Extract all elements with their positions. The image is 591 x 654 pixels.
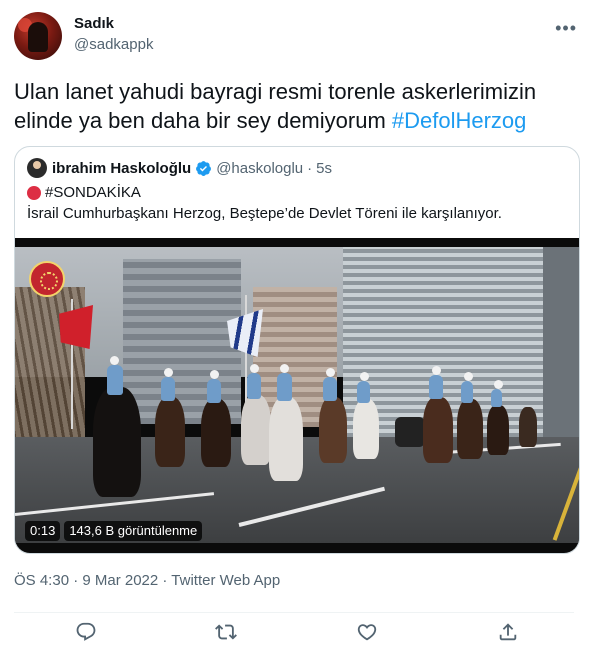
horse-3 [201,399,231,467]
rider-8 [429,366,443,399]
video-view-count: 143,6 B görüntülenme [64,521,203,541]
author-name[interactable]: Sadık [74,15,114,32]
tweet-body: Ulan lanet yahudi bayragi resmi torenle … [14,77,574,135]
rider-9 [461,372,473,403]
quoted-separator: · [307,159,313,177]
building-right [543,247,579,437]
quoted-author-name: ibrahim Haskoloğlu [52,159,192,177]
hashtag-link[interactable]: #DefolHerzog [392,108,527,133]
rider-2 [161,368,175,401]
avatar-figure [28,22,48,52]
horse-4 [241,395,271,465]
horse-6 [319,397,347,463]
retweet-icon [215,624,237,640]
quoted-breaking-tag: #SONDAKİKA [45,184,141,201]
like-button[interactable] [356,621,378,643]
horse-8 [423,397,453,463]
quoted-time: 5s [316,159,332,177]
rider-7 [357,372,370,403]
presidency-seal-logo [29,261,65,297]
tweet-timestamp[interactable]: ÖS 4:30 · 9 Mar 2022 · Twitter Web App [14,572,280,589]
reply-icon [76,622,96,641]
quoted-header: ibrahim Haskoloğlu @haskologlu · 5s [27,158,332,178]
car [395,417,425,447]
horse-9 [457,399,483,459]
horse-10 [487,405,509,455]
author-handle[interactable]: @sadkappk [74,36,153,53]
share-button[interactable] [497,621,519,643]
verified-badge-icon [196,160,212,176]
share-icon [499,623,517,641]
rider-1 [107,356,123,395]
horse-7 [353,399,379,459]
quoted-video[interactable]: 0:13 143,6 B görüntülenme [15,238,579,553]
quoted-author-handle: @haskologlu [216,159,304,177]
horse-2 [155,397,185,467]
quoted-line-2: İsrail Cumhurbaşkanı Herzog, Beştepe’de … [27,205,502,222]
more-options-icon[interactable]: ••• [555,18,577,39]
rider-10 [491,380,503,407]
video-duration: 0:13 [25,521,61,541]
reply-button[interactable] [75,621,97,643]
author-avatar[interactable] [14,12,62,60]
rider-4 [247,364,261,399]
horse-11 [519,407,537,447]
video-info-badges: 0:13 143,6 B görüntülenme [25,521,203,541]
rider-6 [323,368,337,401]
rider-3 [207,370,221,403]
tweet-header: Sadık @sadkappk ••• [14,12,577,64]
rider-5 [277,364,292,401]
red-circle-icon [27,186,41,200]
horse-1 [93,387,141,497]
quoted-line-1: #SONDAKİKA [27,183,141,203]
building-left [123,259,241,424]
retweet-button[interactable] [215,621,237,643]
action-bar [14,612,574,648]
quoted-avatar [27,158,47,178]
quoted-tweet[interactable]: ibrahim Haskoloğlu @haskologlu · 5s #SON… [14,146,580,554]
horse-5 [269,397,303,481]
video-frame [15,247,579,543]
heart-icon [357,624,377,641]
